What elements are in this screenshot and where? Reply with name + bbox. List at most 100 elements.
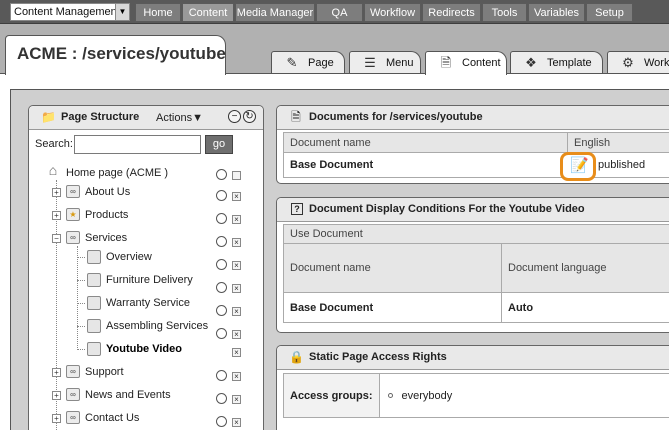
tree-node-news-and-events[interactable]: News and Events (85, 388, 171, 402)
delete-icon[interactable]: × (232, 395, 241, 404)
column-header-document-name: Document name (283, 132, 568, 153)
tree-node-youtube-video[interactable]: Youtube Video (106, 342, 182, 356)
actions-menu[interactable]: Actions▼ (156, 112, 203, 124)
tree-node-warranty-service[interactable]: Warranty Service (106, 296, 190, 310)
chevron-down-icon[interactable]: ▼ (115, 4, 129, 20)
tree-node-about-us[interactable]: About Us (85, 185, 130, 199)
tree-radio[interactable] (216, 213, 227, 224)
document-icon: 🗎 (291, 110, 301, 124)
tree-node-assembling-services[interactable]: Assembling Services (106, 319, 208, 333)
delete-icon[interactable]: × (232, 330, 241, 339)
tab-page-label: Page (308, 57, 334, 69)
display-conditions-table: Use Document Document name Document lang… (283, 224, 669, 323)
column-header-document-language: Document language (501, 243, 669, 293)
tree-node-support[interactable]: Support (85, 365, 124, 379)
display-conditions-header: ? Document Display Conditions For the Yo… (277, 198, 669, 222)
delete-icon[interactable]: × (232, 418, 241, 427)
delete-icon[interactable]: × (232, 307, 241, 316)
workflow-icon: ⚙ (622, 55, 634, 70)
delete-icon[interactable]: × (232, 348, 241, 357)
nav-setup[interactable]: Setup (586, 3, 633, 22)
tree-radio[interactable] (216, 282, 227, 293)
tab-menu-label: Menu (386, 57, 414, 69)
expand-icon[interactable]: + (52, 368, 61, 377)
delete-icon[interactable]: × (232, 284, 241, 293)
document-icon: 🗎 (440, 55, 452, 70)
nav-content[interactable]: Content (182, 3, 234, 22)
nav-redirects[interactable]: Redirects (422, 3, 481, 22)
help-icon[interactable]: ? (291, 203, 303, 215)
refresh-icon[interactable]: ↻ (243, 110, 256, 123)
access-rights-header: 🔒 Static Page Access Rights (277, 346, 669, 370)
tree-radio[interactable] (216, 370, 227, 381)
collapse-icon[interactable]: − (52, 234, 61, 243)
tree-radio[interactable] (216, 236, 227, 247)
search-input[interactable] (74, 135, 201, 154)
module-selector-value: Content Management (14, 6, 120, 18)
access-groups-table: Access groups: everybody (283, 373, 669, 418)
tab-workflow[interactable]: ⚙ Workflow (607, 51, 669, 73)
tree-node-products[interactable]: Products (85, 208, 128, 222)
star-page-icon: ★ (66, 208, 80, 221)
expand-icon[interactable]: + (52, 211, 61, 220)
menu-icon: ☰ (364, 55, 376, 70)
tree-node-services[interactable]: Services (85, 231, 127, 245)
delete-icon[interactable]: × (232, 261, 241, 270)
page-icon (87, 250, 101, 264)
nav-home[interactable]: Home (135, 3, 181, 22)
tree-radio[interactable] (216, 190, 227, 201)
access-group-everybody: everybody (401, 389, 453, 402)
nav-tools[interactable]: Tools (482, 3, 527, 22)
go-button[interactable]: go (205, 135, 233, 154)
documents-panel-header: 🗎 Documents for /services/youtube (277, 106, 669, 130)
tree-radio[interactable] (216, 328, 227, 339)
expand-icon[interactable]: + (52, 414, 61, 423)
tree-node-home[interactable]: Home page (ACME ) (66, 166, 168, 180)
home-icon: ⌂ (48, 162, 58, 178)
tab-page[interactable]: ✎ Page (271, 51, 345, 73)
tree-checkbox[interactable] (232, 171, 241, 180)
tree-radio[interactable] (216, 169, 227, 180)
edit-document-icon: 📝 (570, 157, 589, 174)
expand-icon[interactable]: + (52, 188, 61, 197)
tab-content-label: Content (462, 57, 501, 69)
tree-node-furniture-delivery[interactable]: Furniture Delivery (106, 273, 193, 287)
delete-icon[interactable]: × (232, 215, 241, 224)
tree-connector (77, 303, 85, 304)
tree-radio[interactable] (216, 259, 227, 270)
condition-language-cell[interactable]: Auto (501, 292, 669, 323)
tree-radio[interactable] (216, 416, 227, 427)
expand-icon[interactable]: + (52, 391, 61, 400)
tab-menu[interactable]: ☰ Menu (349, 51, 421, 73)
nav-variables[interactable]: Variables (528, 3, 585, 22)
collapse-all-icon[interactable]: − (228, 110, 241, 123)
tree-connector (77, 349, 85, 350)
bullet-icon (387, 393, 393, 398)
tree-radio[interactable] (216, 305, 227, 316)
delete-icon[interactable]: × (232, 192, 241, 201)
tree-connector (77, 246, 78, 350)
page-structure-title: Page Structure (61, 111, 140, 123)
delete-icon[interactable]: × (232, 238, 241, 247)
link-page-icon: ∞ (66, 185, 80, 198)
tree-node-contact-us[interactable]: Contact Us (85, 411, 139, 425)
nav-workflow[interactable]: Workflow (364, 3, 421, 22)
module-selector[interactable]: Content Management ▼ (10, 3, 130, 21)
page-icon (87, 319, 101, 333)
tab-content[interactable]: 🗎 Content (425, 51, 507, 75)
page-icon (87, 296, 101, 310)
tree-connector (77, 257, 85, 258)
condition-document-name-cell: Base Document (283, 292, 502, 323)
nav-qa[interactable]: QA (316, 3, 363, 22)
page-structure-header: 📁 Page Structure Actions▼ − ↻ (29, 106, 263, 130)
delete-icon[interactable]: × (232, 372, 241, 381)
edit-document-button[interactable]: 📝 (560, 152, 596, 181)
tree-node-overview[interactable]: Overview (106, 250, 152, 264)
tab-template[interactable]: ❖ Template (510, 51, 603, 73)
tab-workflow-label: Workflow (644, 57, 669, 69)
column-header-document-name: Document name (283, 243, 502, 293)
link-page-icon: ∞ (66, 388, 80, 401)
nav-media-manager[interactable]: Media Manager (235, 3, 315, 22)
tree-radio[interactable] (216, 393, 227, 404)
link-page-icon: ∞ (66, 365, 80, 378)
